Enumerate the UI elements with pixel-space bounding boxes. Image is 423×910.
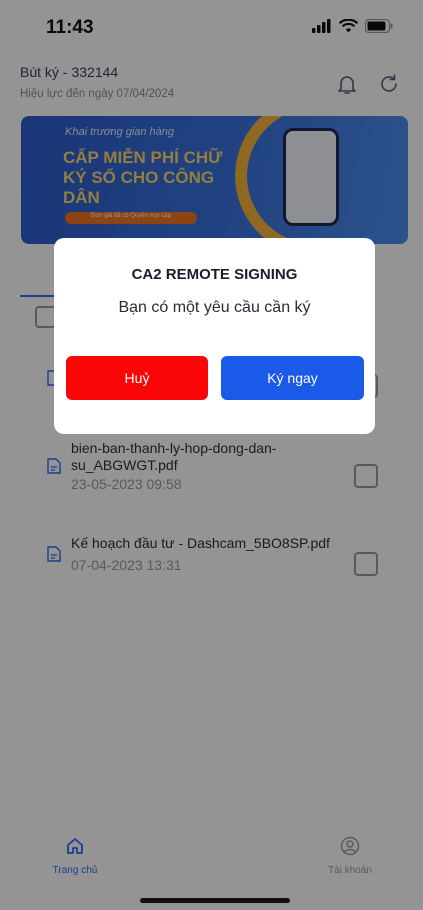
sign-now-button[interactable]: Ký ngay xyxy=(221,356,364,400)
home-indicator xyxy=(140,898,290,903)
dialog-message: Bạn có một yêu cầu cần ký xyxy=(118,299,311,316)
app-screen: 11:43 Bút ký -332144 Hiệu lực đến ngày 0… xyxy=(0,0,423,910)
signing-request-dialog: CA2 REMOTE SIGNING Bạn có một yêu cầu cầ… xyxy=(54,238,375,434)
modal-backdrop[interactable] xyxy=(0,0,423,910)
dialog-title: CA2 REMOTE SIGNING xyxy=(131,266,298,283)
cancel-button[interactable]: Huỷ xyxy=(66,356,208,400)
